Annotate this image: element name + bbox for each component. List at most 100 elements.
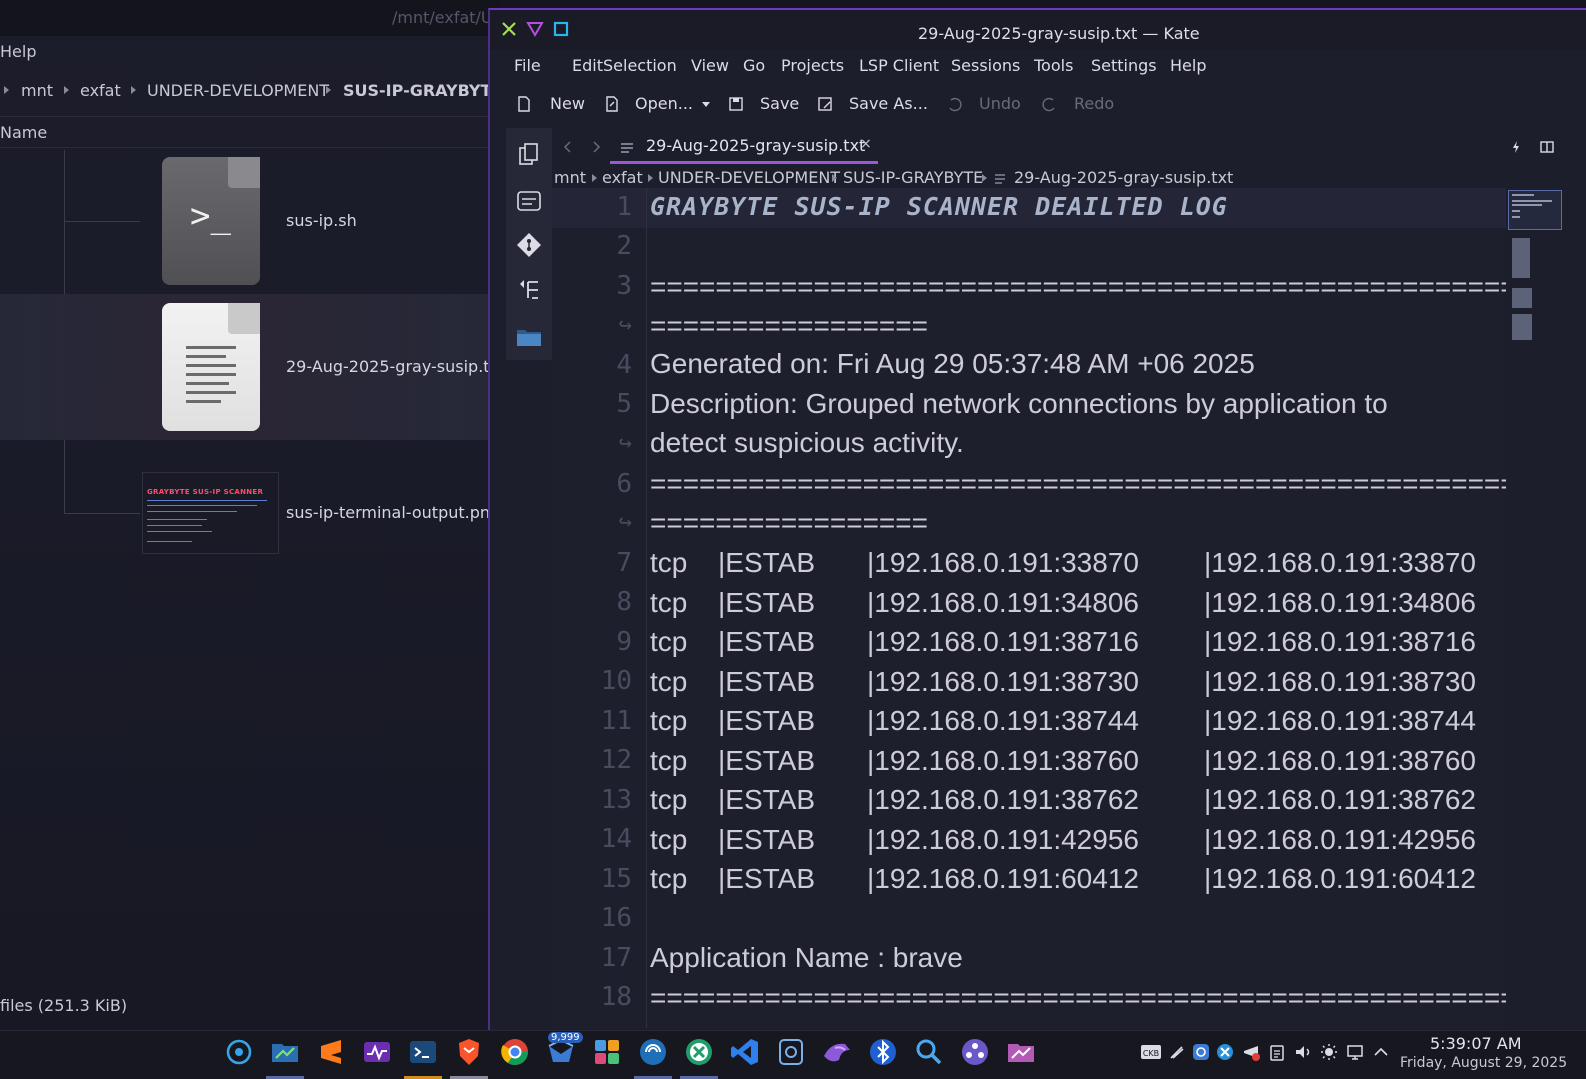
system-monitor-icon[interactable] (361, 1036, 393, 1068)
line-number: 2 (616, 231, 632, 261)
tab-close-icon[interactable]: × (860, 136, 872, 152)
network-app-icon[interactable] (637, 1036, 669, 1068)
redo-button[interactable]: Redo (1074, 94, 1114, 113)
column-header-name[interactable]: Name (0, 116, 500, 148)
volume-icon[interactable] (1294, 1043, 1312, 1061)
chevron-up-icon[interactable] (1372, 1043, 1390, 1061)
undo-button[interactable]: Undo (979, 94, 1021, 113)
crumb-under-development[interactable]: UNDER-DEVELOPMENT (658, 168, 840, 187)
crumb-exfat[interactable]: exfat (80, 81, 121, 100)
crumb-under-development[interactable]: UNDER-DEVELOPMENT (147, 81, 329, 100)
close-icon[interactable] (500, 20, 518, 38)
sublime-text-icon[interactable] (315, 1036, 347, 1068)
conn-local-address: |192.168.0.191:33870 (867, 547, 1139, 578)
crumb-sus-ip-graybyte[interactable]: SUS-IP-GRAYBYTE (343, 81, 500, 100)
file-item-sus-ip-sh[interactable]: >_ sus-ip.sh (0, 148, 500, 294)
vscode-icon[interactable] (729, 1036, 761, 1068)
bluetooth-icon[interactable] (867, 1036, 899, 1068)
menu-help[interactable]: Help (1170, 56, 1206, 75)
network-icon[interactable] (1346, 1043, 1364, 1061)
split-view-icon[interactable] (1540, 140, 1554, 154)
chevron-right-icon (4, 86, 9, 94)
documents-icon[interactable] (516, 142, 542, 168)
kate-icon[interactable] (683, 1036, 715, 1068)
vpn-tray-icon[interactable] (1192, 1043, 1210, 1061)
open-button[interactable]: Open... (635, 94, 693, 113)
clock-date[interactable]: Friday, August 29, 2025 (1400, 1055, 1567, 1071)
mascot-app-icon[interactable] (821, 1036, 853, 1068)
conn-proto: tcp (650, 626, 688, 657)
image-viewer-icon[interactable] (1005, 1036, 1037, 1068)
keyboard-layout-icon[interactable]: CKB (1140, 1043, 1162, 1061)
new-button[interactable]: New (550, 94, 585, 113)
folder-icon[interactable] (516, 324, 542, 350)
chevron-left-icon[interactable] (562, 140, 574, 154)
menu-projects[interactable]: Projects (781, 56, 844, 75)
menu-go[interactable]: Go (743, 56, 765, 75)
conn-proto: tcp (650, 824, 688, 855)
symbols-list-icon[interactable] (516, 188, 542, 214)
text-file-icon (995, 174, 1005, 184)
brave-browser-icon[interactable] (453, 1036, 485, 1068)
sync-tray-icon[interactable] (1216, 1043, 1234, 1061)
line-number: 12 (600, 745, 632, 775)
conn-proto: tcp (650, 705, 688, 736)
menu-sessions[interactable]: Sessions (951, 56, 1020, 75)
text-editor[interactable]: 1 2 3 ↪ 4 5 ↪ 6 ↪ 7 8 9 10 11 12 13 14 1… (552, 188, 1506, 1028)
clock-time[interactable]: 5:39:07 AM (1430, 1034, 1522, 1053)
file-manager-icon[interactable] (269, 1036, 301, 1068)
dolphin-menu-help[interactable]: Help (0, 42, 36, 61)
menu-tools[interactable]: Tools (1034, 56, 1073, 75)
menu-selection[interactable]: Selection (603, 56, 677, 75)
menu-file[interactable]: File (514, 56, 541, 75)
search-icon[interactable] (913, 1036, 945, 1068)
pen-tray-icon[interactable] (1168, 1043, 1186, 1061)
crumb-file[interactable]: 29-Aug-2025-gray-susip.txt (1014, 168, 1233, 187)
minimap[interactable] (1506, 188, 1566, 348)
line-number: 17 (600, 943, 632, 973)
terminal-icon[interactable] (407, 1036, 439, 1068)
tab-document[interactable]: 29-Aug-2025-gray-susip.txt × (610, 130, 878, 164)
chevron-right-icon (982, 174, 987, 182)
quick-open-icon[interactable] (1510, 140, 1522, 154)
lsp-outline-icon[interactable] (516, 278, 542, 304)
wrap-indicator-icon: ↪ (618, 510, 632, 535)
save-as-button[interactable]: Save As... (849, 94, 928, 113)
thumbnail-line (147, 500, 267, 501)
menu-edit[interactable]: Edit (572, 56, 603, 75)
conn-local-address: |192.168.0.191:38730 (867, 666, 1139, 697)
crumb-exfat[interactable]: exfat (602, 168, 643, 187)
text-lines-glyph (186, 346, 236, 409)
menu-lsp-client[interactable]: LSP Client (859, 56, 939, 75)
chevron-right-icon (592, 174, 597, 182)
notification-tray-icon[interactable] (1242, 1043, 1260, 1061)
clipboard-icon[interactable] (1268, 1043, 1286, 1061)
save-button[interactable]: Save (760, 94, 799, 113)
media-player-icon[interactable] (959, 1036, 991, 1068)
conn-local-address: |192.168.0.191:60412 (867, 863, 1139, 894)
minimize-icon[interactable] (526, 20, 544, 38)
conn-peer-address: |192.168.0.191:60412 (1204, 863, 1476, 894)
crumb-mnt[interactable]: mnt (21, 81, 53, 100)
crumb-sus-ip-graybyte[interactable]: SUS-IP-GRAYBYTE (843, 168, 983, 187)
chevron-right-icon (131, 86, 136, 94)
page-fold (228, 157, 260, 188)
crumb-mnt[interactable]: mnt (554, 168, 586, 187)
thumbnail-line (147, 531, 212, 532)
chevron-right-icon[interactable] (590, 140, 602, 154)
chrome-icon[interactable] (499, 1036, 531, 1068)
file-item-txt[interactable]: 29-Aug-2025-gray-susip.txt (0, 294, 500, 440)
conn-local-address: |192.168.0.191:34806 (867, 587, 1139, 618)
chevron-down-icon[interactable] (698, 96, 714, 112)
line-number: 7 (616, 548, 632, 578)
screen-recorder-icon[interactable] (775, 1036, 807, 1068)
git-icon[interactable] (516, 232, 542, 258)
line-number: 5 (616, 389, 632, 419)
conn-peer-address: |192.168.0.191:38730 (1204, 666, 1476, 697)
app-launcher-icon[interactable] (223, 1036, 255, 1068)
maximize-icon[interactable] (552, 20, 570, 38)
menu-settings[interactable]: Settings (1091, 56, 1157, 75)
settings-panel-icon[interactable] (591, 1036, 623, 1068)
brightness-icon[interactable] (1320, 1043, 1338, 1061)
menu-view[interactable]: View (691, 56, 729, 75)
